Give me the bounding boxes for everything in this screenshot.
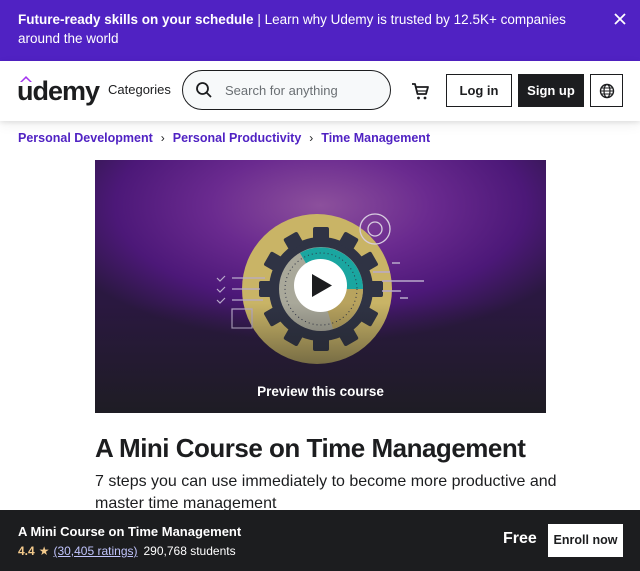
globe-icon [599, 83, 615, 99]
banner-separator: | [253, 12, 265, 27]
language-button[interactable] [590, 74, 623, 107]
star-icon: ★ [38, 544, 50, 558]
udemy-logo[interactable]: udemy [17, 75, 100, 107]
banner-headline: Future-ready skills on your schedule [18, 12, 254, 27]
cart-icon[interactable] [410, 81, 430, 101]
categories-menu[interactable]: Categories [108, 82, 171, 97]
breadcrumb-separator: › [160, 131, 165, 145]
students-count: 290,768 students [143, 544, 236, 558]
login-button[interactable]: Log in [446, 74, 512, 107]
close-icon[interactable] [612, 12, 628, 28]
search-icon[interactable] [195, 81, 213, 99]
bottom-bar-course-title: A Mini Course on Time Management [18, 524, 242, 539]
course-preview-video[interactable]: Preview this course [95, 160, 546, 413]
signup-button[interactable]: Sign up [518, 74, 584, 107]
promo-banner: Future-ready skills on your schedule | L… [0, 0, 640, 61]
play-icon [312, 274, 332, 297]
breadcrumb: Personal Development › Personal Producti… [18, 131, 430, 145]
preview-label: Preview this course [257, 384, 384, 399]
course-title: A Mini Course on Time Management [95, 433, 526, 463]
rating-value: 4.4 [18, 544, 35, 558]
logo-text: udemy [17, 76, 100, 106]
breadcrumb-time-management[interactable]: Time Management [321, 131, 430, 145]
breadcrumb-personal-productivity[interactable]: Personal Productivity [173, 131, 302, 145]
ratings-count-link[interactable]: (30,405 ratings) [53, 544, 137, 558]
breadcrumb-personal-development[interactable]: Personal Development [18, 131, 153, 145]
price: Free [503, 530, 537, 547]
search-bar [182, 70, 391, 110]
course-subtitle: 7 steps you can use immediately to becom… [95, 473, 557, 512]
sticky-purchase-bar: A Mini Course on Time Management 4.4 ★ (… [0, 510, 640, 571]
breadcrumb-separator: › [309, 131, 314, 145]
enroll-now-button[interactable]: Enroll now [548, 524, 623, 557]
search-input[interactable] [225, 80, 380, 100]
illustration-outline-gear [359, 213, 391, 245]
play-button[interactable] [294, 259, 347, 312]
site-header: udemy Categories Log in Sign up [0, 61, 640, 121]
bottom-bar-meta: 4.4 ★ (30,405 ratings) 290,768 students [18, 544, 236, 558]
